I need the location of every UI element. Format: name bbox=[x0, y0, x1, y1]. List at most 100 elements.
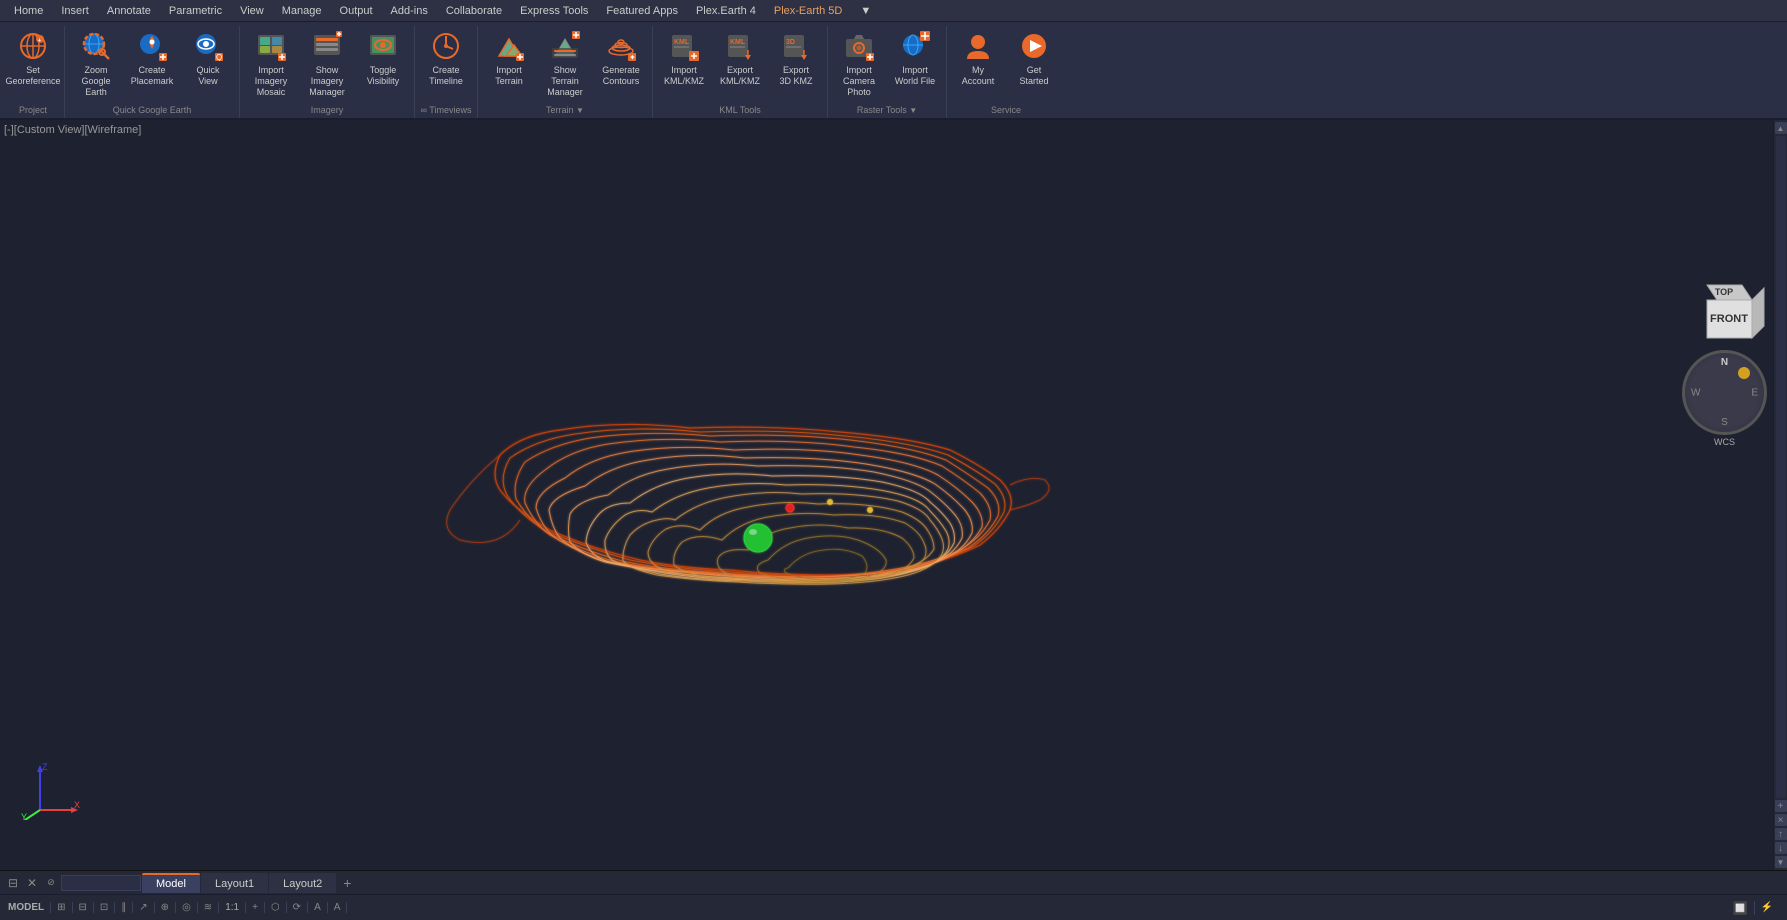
svg-text:3D: 3D bbox=[786, 39, 795, 46]
export-3d-kmz-label: Export 3D KMZ bbox=[779, 65, 812, 87]
compass-west: W bbox=[1691, 387, 1700, 398]
create-placemark-button[interactable]: Create Placemark bbox=[125, 26, 179, 94]
georeference-icon: + bbox=[17, 30, 49, 62]
export-kml-icon: KML bbox=[724, 30, 756, 62]
group-imagery-label: Imagery bbox=[244, 103, 410, 118]
snap-toggle-btn[interactable]: ⊡ bbox=[100, 902, 115, 913]
ribbon-group-imagery: Import Imagery Mosaic bbox=[240, 26, 415, 118]
polar-btn[interactable]: ↗ bbox=[139, 902, 154, 913]
settings-icon[interactable]: ✕ bbox=[23, 874, 41, 892]
add-tab-button[interactable]: + bbox=[337, 873, 357, 893]
scale-indicator: 1:1 bbox=[225, 902, 246, 913]
menu-plexearth5d[interactable]: Plex-Earth 5D bbox=[766, 3, 850, 19]
statusbar: MODEL ⊞ ⊟ ⊡ ∥ ↗ ⊕ ◎ ≋ 1:1 + ⬡ ⟳ A A 🔲 ⚡ bbox=[0, 894, 1787, 920]
tab-layout1[interactable]: Layout1 bbox=[201, 873, 268, 893]
bottom-tabs-bar: ⊟ ✕ ⊘ Model Layout1 Layout2 + bbox=[0, 870, 1787, 894]
scroll-step3[interactable]: ↑ bbox=[1775, 828, 1787, 840]
quick-view-button[interactable]: Q Quick View bbox=[181, 26, 235, 94]
zoom-extent-btn[interactable]: + bbox=[252, 902, 265, 913]
group-timeviews-label: ∞ Timeviews bbox=[419, 103, 473, 118]
menu-parametric[interactable]: Parametric bbox=[161, 3, 230, 19]
account-icon bbox=[962, 30, 994, 62]
zoom-google-earth-icon bbox=[80, 30, 112, 62]
svg-text:Q: Q bbox=[216, 53, 222, 61]
viewport-label: [-][Custom View][Wireframe] bbox=[4, 124, 141, 136]
workspace-btn[interactable]: ⬡ bbox=[271, 902, 287, 913]
create-timeline-button[interactable]: Create Timeline bbox=[419, 26, 473, 94]
ortho-btn[interactable]: ∥ bbox=[121, 902, 133, 913]
set-georeference-button[interactable]: + Set Georeference bbox=[6, 26, 60, 94]
import-terrain-button[interactable]: Import Terrain bbox=[482, 26, 536, 94]
scroll-step1[interactable]: + bbox=[1775, 800, 1787, 812]
toggle-visibility-icon bbox=[367, 30, 399, 62]
import-world-file-button[interactable]: Import World File bbox=[888, 26, 942, 94]
import-imagery-mosaic-button[interactable]: Import Imagery Mosaic bbox=[244, 26, 298, 99]
menu-output[interactable]: Output bbox=[332, 3, 381, 19]
ribbon-group-project: + Set Georeference Project bbox=[2, 26, 65, 118]
export-kml-kmz-button[interactable]: KML Export KML/KMZ bbox=[713, 26, 767, 94]
import-kml-label: Import KML/KMZ bbox=[664, 65, 704, 87]
refresh-btn[interactable]: ⟳ bbox=[293, 902, 308, 913]
compass-ring[interactable]: N S E W bbox=[1682, 350, 1767, 435]
show-imagery-manager-button[interactable]: Show Imagery Manager bbox=[300, 26, 354, 99]
menu-more[interactable]: ▼ bbox=[852, 3, 879, 19]
otrack-btn[interactable]: ◎ bbox=[182, 902, 198, 913]
zoom-google-earth-button[interactable]: Zoom Google Earth bbox=[69, 26, 123, 99]
get-started-icon bbox=[1018, 30, 1050, 62]
scroll-down[interactable]: ▼ bbox=[1775, 856, 1787, 868]
navcube[interactable]: TOP FRONT N S E W WCS bbox=[1682, 280, 1767, 400]
get-started-button[interactable]: Get Started bbox=[1007, 26, 1061, 94]
osnap-btn[interactable]: ⊕ bbox=[161, 902, 176, 913]
text1-btn[interactable]: A bbox=[314, 902, 328, 913]
command-input[interactable] bbox=[61, 875, 141, 891]
menu-view[interactable]: View bbox=[232, 3, 272, 19]
tab-model[interactable]: Model bbox=[142, 873, 200, 893]
menu-annotate[interactable]: Annotate bbox=[99, 3, 159, 19]
scroll-step4[interactable]: ↓ bbox=[1775, 842, 1787, 854]
menu-manage[interactable]: Manage bbox=[274, 3, 330, 19]
svg-text:TOP: TOP bbox=[1715, 287, 1733, 297]
ribbon-group-kml-tools: KML Import KML/KMZ KML bbox=[653, 26, 828, 118]
menu-express-tools[interactable]: Express Tools bbox=[512, 3, 596, 19]
menu-plexearth4[interactable]: Plex.Earth 4 bbox=[688, 3, 764, 19]
menu-featured-apps[interactable]: Featured Apps bbox=[598, 3, 686, 19]
snap-icon[interactable]: ⊘ bbox=[42, 874, 60, 892]
scroll-up[interactable]: ▲ bbox=[1775, 122, 1787, 134]
import-kml-kmz-button[interactable]: KML Import KML/KMZ bbox=[657, 26, 711, 94]
show-terrain-manager-button[interactable]: Show Terrain Manager bbox=[538, 26, 592, 99]
axis-indicator: Z X Y bbox=[20, 760, 80, 820]
viewport-controls[interactable]: 🔲 bbox=[1733, 901, 1755, 915]
menu-insert[interactable]: Insert bbox=[53, 3, 97, 19]
text2-btn[interactable]: A bbox=[334, 902, 348, 913]
generate-contours-button[interactable]: ✦ Generate Contours bbox=[594, 26, 648, 94]
my-account-button[interactable]: My Account bbox=[951, 26, 1005, 94]
import-imagery-icon bbox=[255, 30, 287, 62]
toggle-visibility-button[interactable]: Toggle Visibility bbox=[356, 26, 410, 94]
export-kml-label: Export KML/KMZ bbox=[720, 65, 760, 87]
group-terrain-label: Terrain ▼ bbox=[482, 103, 648, 118]
menu-home[interactable]: Home bbox=[6, 3, 51, 19]
hardware-accel[interactable]: ⚡ bbox=[1761, 902, 1779, 913]
menu-collaborate[interactable]: Collaborate bbox=[438, 3, 510, 19]
group-qge-label: Quick Google Earth bbox=[69, 103, 235, 118]
export-3d-kmz-button[interactable]: 3D Export 3D KMZ bbox=[769, 26, 823, 94]
world-file-icon bbox=[899, 30, 931, 62]
terrain-manager-label: Show Terrain Manager bbox=[540, 65, 590, 97]
imagery-manager-label: Show Imagery Manager bbox=[302, 65, 352, 97]
ribbon: + Set Georeference Project bbox=[0, 22, 1787, 120]
menu-addins[interactable]: Add-ins bbox=[383, 3, 436, 19]
snap-grid-btn[interactable]: ⊞ bbox=[57, 902, 72, 913]
import-world-file-label: Import World File bbox=[895, 65, 935, 87]
compass-north: N bbox=[1721, 357, 1728, 368]
snap-settings-btn[interactable]: ⊟ bbox=[79, 902, 94, 913]
import-camera-photo-button[interactable]: Import Camera Photo bbox=[832, 26, 886, 99]
scroll-step2[interactable]: × bbox=[1775, 814, 1787, 826]
grid-background bbox=[0, 120, 300, 270]
svg-text:KML: KML bbox=[674, 39, 690, 46]
layout-icon[interactable]: ⊟ bbox=[4, 874, 22, 892]
menubar: Home Insert Annotate Parametric View Man… bbox=[0, 0, 1787, 22]
model-indicator: MODEL bbox=[8, 902, 51, 913]
tab-layout2[interactable]: Layout2 bbox=[269, 873, 336, 893]
right-scrollbar[interactable]: ▲ + × ↑ ↓ ▼ bbox=[1773, 120, 1787, 870]
lineweight-btn[interactable]: ≋ bbox=[204, 902, 219, 913]
